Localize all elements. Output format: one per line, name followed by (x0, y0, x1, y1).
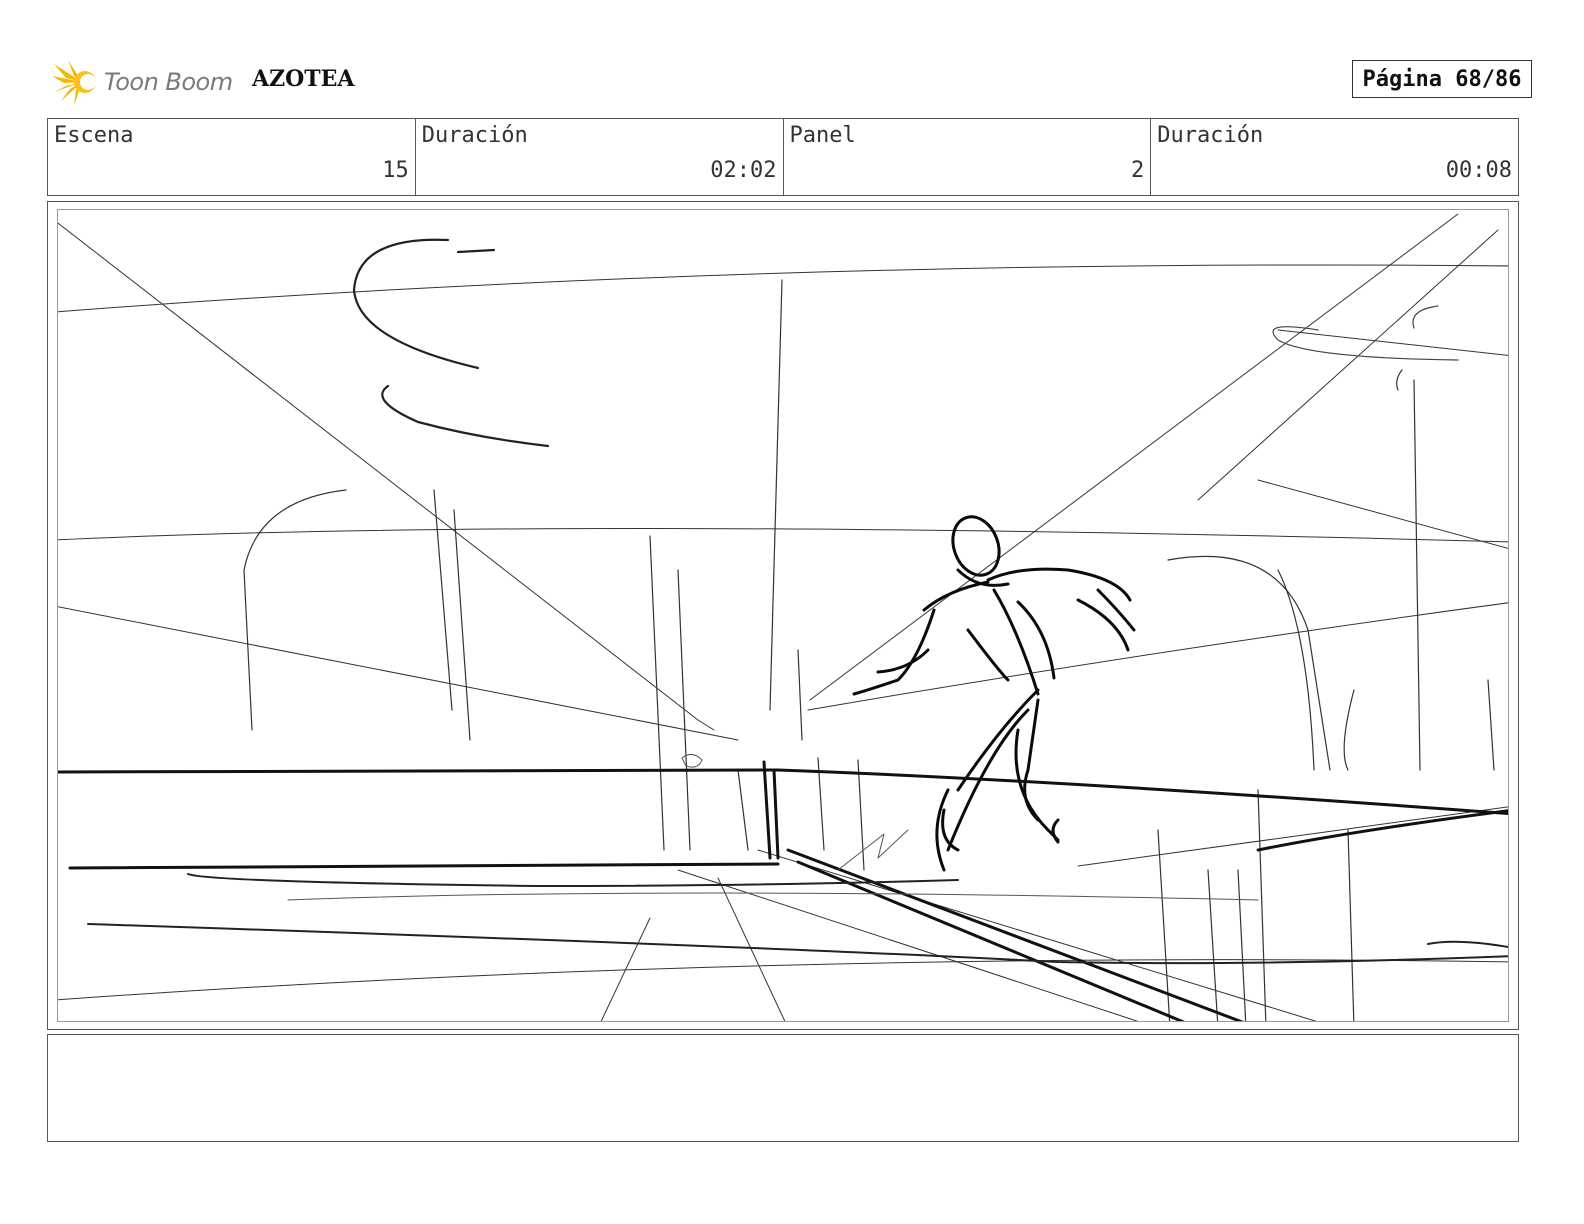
project-title: AZOTEA (252, 66, 355, 92)
scene-value: 15 (382, 158, 409, 183)
panel-duration-cell: Duración 00:08 (1151, 119, 1518, 195)
scene-duration-value: 02:02 (710, 158, 777, 183)
scene-duration-cell: Duración 02:02 (416, 119, 784, 195)
logo-text: Toon Boom (104, 68, 233, 96)
panel-image-area (57, 209, 1509, 1022)
panel-duration-label: Duración (1157, 123, 1264, 148)
panel-duration-value: 00:08 (1445, 158, 1512, 183)
scene-label: Escena (54, 123, 134, 148)
page-header: Toon Boom AZOTEA Página 68/86 (52, 56, 1532, 108)
storyboard-panel (47, 201, 1519, 1030)
notes-box (47, 1034, 1519, 1142)
panel-value: 2 (1131, 158, 1145, 183)
page-number-box: Página 68/86 (1352, 60, 1532, 98)
scene-duration-label: Duración (421, 123, 528, 148)
panel-cell: Panel 2 (784, 119, 1152, 195)
toon-boom-logo: Toon Boom (52, 56, 252, 108)
sun-burst-icon (52, 60, 96, 106)
scene-cell: Escena 15 (48, 119, 416, 195)
scene-info-table: Escena 15 Duración 02:02 Panel 2 Duració… (47, 118, 1519, 196)
panel-label: Panel (789, 123, 856, 148)
rooftop-sketch-drawing (58, 213, 1508, 1021)
